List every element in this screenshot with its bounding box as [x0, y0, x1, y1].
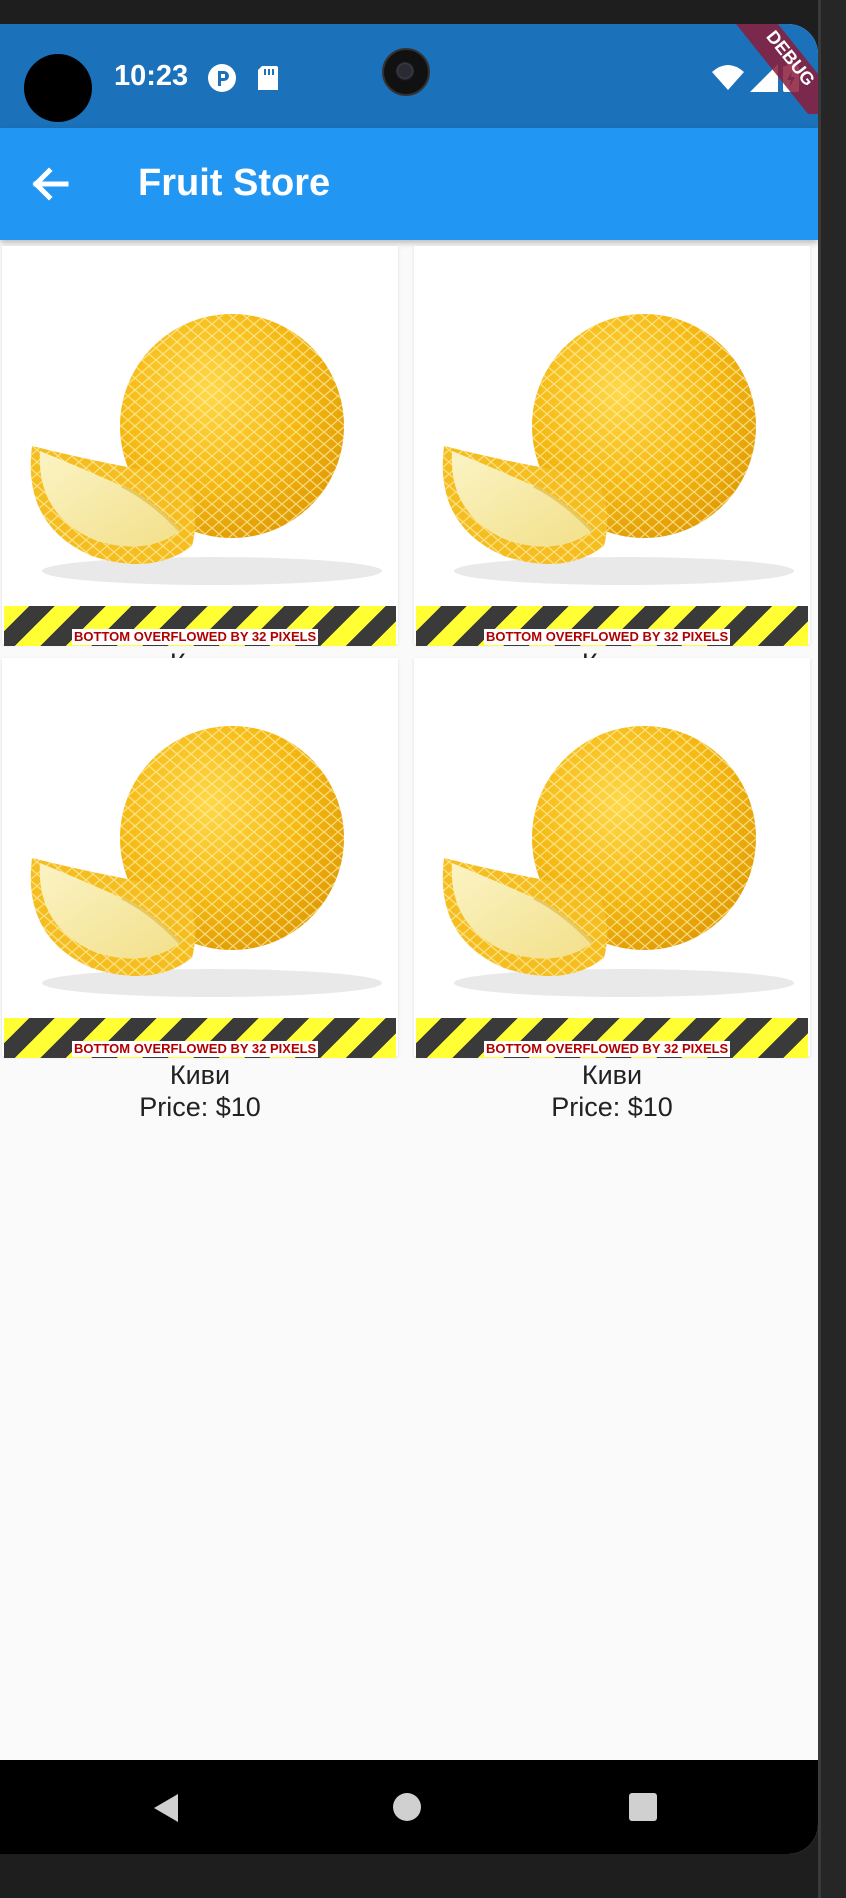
- melon-image: [441, 312, 796, 587]
- arrow-back-icon[interactable]: [24, 158, 76, 210]
- product-card[interactable]: BOTTOM OVERFLOWED BY 32 PIXELS Киви Pric…: [2, 658, 398, 1122]
- sd-card-icon: [258, 66, 278, 90]
- melon-image: [29, 724, 384, 999]
- status-time: 10:23: [114, 60, 189, 92]
- melon-image: [29, 312, 384, 587]
- status-bar: 10:23 DEBUG: [0, 24, 818, 128]
- product-card[interactable]: BOTTOM OVERFLOWED BY 32 PIXELS Киви Pric…: [414, 658, 810, 1122]
- debug-banner: DEBUG: [736, 24, 818, 114]
- front-camera: [382, 48, 430, 96]
- product-card[interactable]: BOTTOM OVERFLOWED BY 32 PIXELS Киви: [2, 246, 398, 662]
- melon-image: [441, 724, 796, 999]
- page-title: Fruit Store: [138, 162, 331, 204]
- home-circle-icon[interactable]: [392, 1792, 422, 1822]
- navigation-bar: [0, 1760, 818, 1854]
- overflow-warning-stripe: BOTTOM OVERFLOWED BY 32 PIXELS: [4, 1018, 396, 1058]
- product-price: Price: $10: [551, 1092, 673, 1122]
- overflow-warning-stripe: BOTTOM OVERFLOWED BY 32 PIXELS: [4, 606, 396, 646]
- product-card[interactable]: BOTTOM OVERFLOWED BY 32 PIXELS Киви: [414, 246, 810, 662]
- overflow-warning-stripe: BOTTOM OVERFLOWED BY 32 PIXELS: [416, 1018, 808, 1058]
- overflow-warning: BOTTOM OVERFLOWED BY 32 PIXELS: [484, 1041, 731, 1057]
- device-frame: 10:23 DEBUG Fruit Store BOTTOM OVERFLOWE…: [0, 0, 846, 1898]
- product-price: Price: $10: [139, 1092, 261, 1122]
- app-bar: Fruit Store: [0, 128, 818, 240]
- product-name: Киви: [581, 1060, 643, 1090]
- product-name: Киви: [169, 1060, 231, 1090]
- overflow-warning: BOTTOM OVERFLOWED BY 32 PIXELS: [72, 629, 319, 645]
- recents-square-icon[interactable]: [628, 1792, 658, 1822]
- p-app-icon: [208, 64, 236, 92]
- overflow-warning: BOTTOM OVERFLOWED BY 32 PIXELS: [72, 1041, 319, 1057]
- overflow-warning-stripe: BOTTOM OVERFLOWED BY 32 PIXELS: [416, 606, 808, 646]
- overflow-warning: BOTTOM OVERFLOWED BY 32 PIXELS: [484, 629, 731, 645]
- back-triangle-icon[interactable]: [148, 1790, 184, 1826]
- camera-cutout: [24, 54, 92, 122]
- device-bezel: [818, 0, 846, 1898]
- phone-screen: 10:23 DEBUG Fruit Store BOTTOM OVERFLOWE…: [0, 24, 818, 1854]
